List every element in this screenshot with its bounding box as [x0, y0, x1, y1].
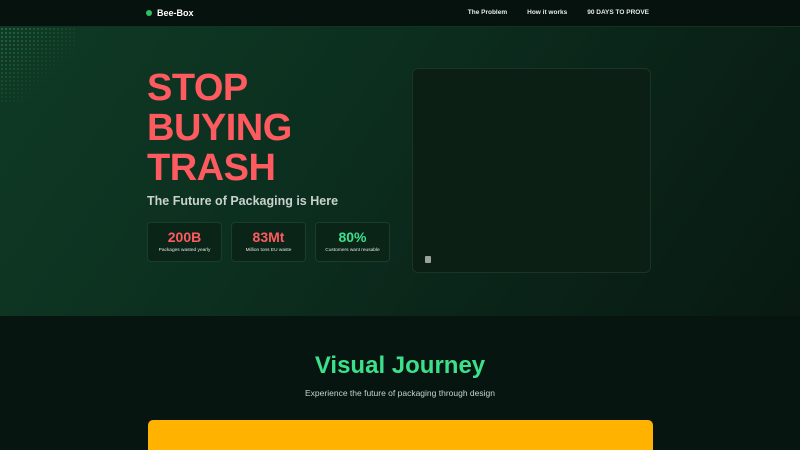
hero-subtitle: The Future of Packaging is Here: [147, 194, 338, 208]
journey-panel: [148, 420, 653, 450]
stat-label: Customers want reusable: [316, 248, 389, 253]
top-nav: Bee-Box The Problem How it works 90 DAYS…: [0, 0, 800, 27]
stats-row: 200B Packages wasted yearly 83Mt Million…: [147, 222, 399, 262]
nav-links: The Problem How it works 90 DAYS TO PROV…: [448, 9, 649, 16]
media-control-icon[interactable]: [425, 256, 431, 263]
nav-link-how-it-works[interactable]: How it works: [527, 9, 567, 16]
dot-icon: [146, 10, 152, 16]
headline-line-2: BUYING: [147, 108, 292, 148]
stat-value: 83Mt: [232, 229, 305, 245]
stat-value: 200B: [148, 229, 221, 245]
section-title: Visual Journey: [0, 352, 800, 380]
brand-logo[interactable]: Bee-Box: [146, 8, 194, 18]
hero-media-placeholder[interactable]: [412, 68, 651, 273]
nav-link-problem[interactable]: The Problem: [468, 9, 507, 16]
stat-card-eu-waste: 83Mt Million tons EU waste: [231, 222, 306, 262]
headline-line-3: TRASH: [147, 148, 292, 188]
hero-section: STOP BUYING TRASH The Future of Packagin…: [0, 27, 800, 316]
stat-label: Million tons EU waste: [232, 248, 305, 253]
stat-label: Packages wasted yearly: [148, 248, 221, 253]
stat-card-packages: 200B Packages wasted yearly: [147, 222, 222, 262]
stat-card-reusable: 80% Customers want reusable: [315, 222, 390, 262]
nav-link-90-days[interactable]: 90 DAYS TO PROVE: [587, 9, 649, 16]
section-subtitle: Experience the future of packaging throu…: [0, 388, 800, 398]
brand-name: Bee-Box: [157, 8, 194, 18]
stat-value: 80%: [316, 229, 389, 245]
hero-headline: STOP BUYING TRASH: [147, 68, 292, 188]
dot-pattern: [0, 27, 75, 102]
headline-line-1: STOP: [147, 68, 292, 108]
